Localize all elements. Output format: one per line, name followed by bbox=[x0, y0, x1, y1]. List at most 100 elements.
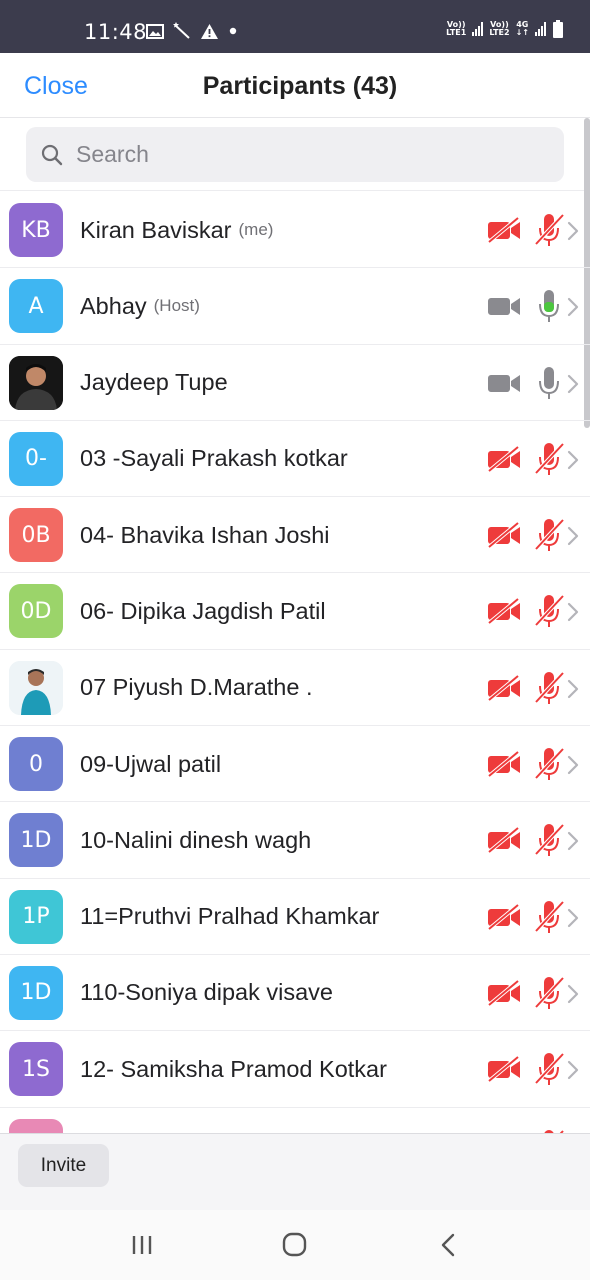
avatar: 0 bbox=[9, 737, 63, 792]
participant-name: 12- Samiksha Pramod Kotkar bbox=[80, 1055, 387, 1082]
participant-row[interactable]: A Abhay (Host) bbox=[0, 268, 590, 345]
avatar: KB bbox=[9, 203, 63, 257]
video-on-icon[interactable] bbox=[486, 369, 522, 397]
signal-sim2-icon bbox=[535, 22, 546, 36]
participant-name: 07 Piyush D.Marathe . bbox=[80, 674, 313, 701]
status-bar: 11:48 Vo)) LTE1 Vo)) LTE2 4G ↓↑ bbox=[0, 0, 590, 53]
participant-row[interactable]: 0D 06- Dipika Jagdish Patil bbox=[0, 573, 590, 650]
avatar: A bbox=[9, 279, 63, 334]
video-on-icon[interactable] bbox=[486, 292, 522, 320]
video-off-icon[interactable] bbox=[486, 750, 522, 778]
search-icon bbox=[41, 144, 63, 165]
search-box[interactable] bbox=[26, 127, 564, 182]
bottom-bar: Invite bbox=[0, 1133, 590, 1210]
video-off-icon[interactable] bbox=[486, 597, 522, 626]
back-icon[interactable] bbox=[434, 1230, 464, 1260]
avatar-initials: 0- bbox=[25, 446, 47, 472]
mic-muted-icon[interactable] bbox=[534, 975, 564, 1011]
video-off-icon[interactable] bbox=[486, 674, 522, 702]
header: Participants (43) Close bbox=[0, 53, 590, 118]
home-icon[interactable] bbox=[280, 1230, 310, 1260]
participant-row[interactable]: 1S 12- Samiksha Pramod Kotkar bbox=[0, 1031, 590, 1108]
participant-name: 11=Pruthvi Pralhad Khamkar bbox=[80, 903, 380, 930]
participant-name: 06- Dipika Jagdish Patil bbox=[80, 597, 326, 624]
status-time: 11:48 bbox=[84, 20, 148, 44]
video-off-icon[interactable] bbox=[486, 445, 522, 473]
participant-row[interactable]: 07 Piyush D.Marathe . bbox=[0, 650, 590, 727]
video-off-icon[interactable] bbox=[486, 521, 522, 549]
mic-muted-icon[interactable] bbox=[534, 441, 564, 477]
recent-apps-icon[interactable] bbox=[128, 1230, 158, 1260]
participant-name: 110-Soniya dipak visave bbox=[80, 979, 333, 1006]
mic-muted-icon[interactable] bbox=[534, 212, 564, 248]
participant-row[interactable]: 1D 110-Soniya dipak visave bbox=[0, 955, 590, 1032]
invite-button[interactable]: Invite bbox=[18, 1144, 109, 1187]
warning-icon bbox=[201, 23, 218, 39]
mic-muted-icon[interactable] bbox=[534, 822, 564, 858]
close-button[interactable]: Close bbox=[24, 72, 88, 101]
chevron-right-icon[interactable] bbox=[566, 983, 580, 1005]
video-off-icon[interactable] bbox=[486, 903, 522, 931]
participant-row[interactable]: 1P 11=Pruthvi Pralhad Khamkar bbox=[0, 879, 590, 955]
chevron-right-icon[interactable] bbox=[566, 373, 580, 395]
mic-muted-icon[interactable] bbox=[534, 593, 564, 629]
participant-row[interactable]: Jaydeep Tupe bbox=[0, 345, 590, 421]
participant-row[interactable]: 1D 10-Nalini dinesh wagh bbox=[0, 802, 590, 879]
participant-name: Kiran Baviskar bbox=[80, 216, 232, 243]
participant-row[interactable]: 0 09-Ujwal patil bbox=[0, 726, 590, 803]
video-off-icon[interactable] bbox=[486, 216, 522, 244]
participant-row[interactable]: KB Kiran Baviskar (me) bbox=[0, 192, 590, 269]
magic-wand-icon bbox=[173, 22, 190, 39]
mic-active-icon[interactable] bbox=[534, 288, 564, 324]
participant-name: 04- Bhavika Ishan Joshi bbox=[80, 521, 330, 548]
participant-name: 03 -Sayali Prakash kotkar bbox=[80, 445, 348, 472]
participant-row[interactable]: 0- 03 -Sayali Prakash kotkar bbox=[0, 421, 590, 498]
chevron-right-icon[interactable] bbox=[566, 220, 580, 242]
avatar: 1P bbox=[9, 889, 63, 944]
video-off-icon[interactable] bbox=[486, 826, 522, 854]
avatar-initials: 1D bbox=[20, 980, 52, 1006]
notification-dot-icon bbox=[229, 27, 237, 35]
chevron-right-icon[interactable] bbox=[566, 830, 580, 852]
avatar-initials: KB bbox=[21, 217, 51, 243]
chevron-right-icon[interactable] bbox=[566, 449, 580, 471]
avatar-initials: 1P bbox=[22, 904, 50, 930]
signal-sim1-icon bbox=[472, 22, 484, 36]
mic-muted-icon[interactable] bbox=[534, 670, 564, 706]
participant-name: Abhay bbox=[80, 292, 147, 319]
search-input[interactable] bbox=[76, 141, 516, 168]
avatar: 1D bbox=[9, 813, 63, 868]
mic-muted-icon[interactable] bbox=[534, 517, 564, 553]
chevron-right-icon[interactable] bbox=[566, 296, 580, 318]
avatar bbox=[9, 660, 63, 715]
battery-icon bbox=[553, 20, 563, 38]
participant-role: (Host) bbox=[153, 296, 200, 316]
avatar bbox=[9, 1118, 63, 1133]
participant-row[interactable] bbox=[0, 1108, 590, 1133]
chevron-right-icon[interactable] bbox=[566, 678, 580, 700]
chevron-right-icon[interactable] bbox=[566, 907, 580, 929]
chevron-right-icon[interactable] bbox=[566, 754, 580, 776]
avatar bbox=[9, 355, 63, 410]
avatar-photo bbox=[9, 660, 63, 715]
participant-row[interactable]: 0B 04- Bhavika Ishan Joshi bbox=[0, 497, 590, 574]
avatar-photo bbox=[9, 355, 63, 410]
participant-role: (me) bbox=[238, 220, 274, 239]
chevron-right-icon[interactable] bbox=[566, 1059, 580, 1081]
mic-muted-icon[interactable] bbox=[534, 746, 564, 782]
chevron-right-icon[interactable] bbox=[566, 525, 580, 547]
avatar: 1D bbox=[9, 965, 63, 1020]
chevron-right-icon[interactable] bbox=[566, 601, 580, 623]
mic-muted-icon[interactable] bbox=[534, 899, 564, 935]
mic-muted-icon[interactable] bbox=[534, 1051, 564, 1087]
avatar-initials: 0D bbox=[20, 598, 52, 624]
search-section bbox=[0, 118, 590, 191]
video-off-icon[interactable] bbox=[486, 979, 522, 1007]
avatar-initials: A bbox=[28, 293, 44, 319]
avatar-initials: 1S bbox=[22, 1056, 50, 1082]
participant-name: Jaydeep Tupe bbox=[80, 369, 228, 396]
mic-on-icon[interactable] bbox=[534, 365, 564, 401]
participant-name: 09-Ujwal patil bbox=[80, 750, 222, 777]
avatar-initials: 1D bbox=[20, 827, 52, 853]
video-off-icon[interactable] bbox=[486, 1055, 522, 1083]
